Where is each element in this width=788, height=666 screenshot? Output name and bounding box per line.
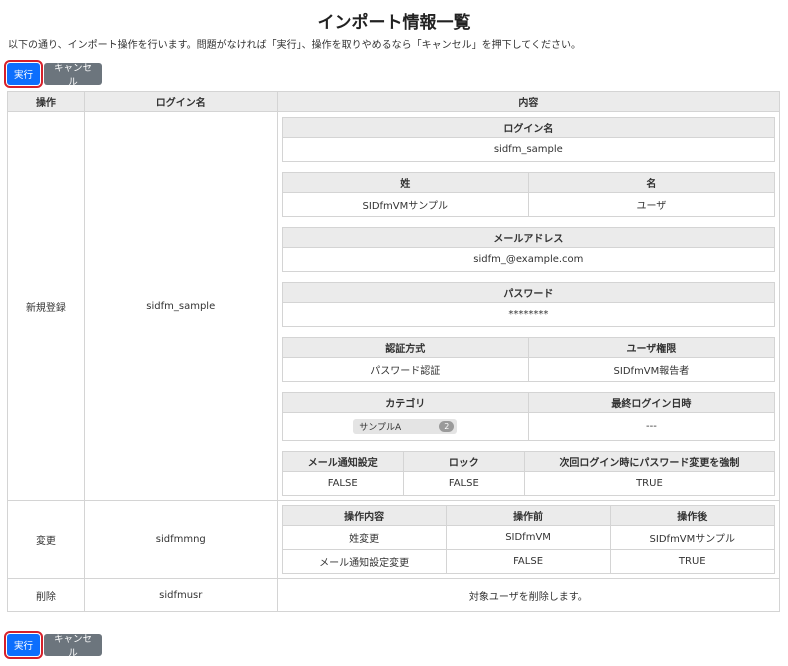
lock-header: ロック bbox=[402, 451, 525, 472]
page-title: インポート情報一覧 bbox=[317, 13, 471, 33]
auth-method-value: パスワード認証 bbox=[281, 357, 529, 382]
row-content: ログイン名 sidfm_sample 姓 名 SIDfmVMサンプル ユーザ メ… bbox=[276, 111, 781, 501]
change-after-header: 操作後 bbox=[609, 505, 776, 526]
force-password-change-value: TRUE bbox=[523, 471, 776, 496]
page-description: 以下の通り、インポート操作を行います。問題がなければ「実行」、操作を取りやめるな… bbox=[8, 40, 581, 51]
category-count-badge: 2 bbox=[439, 421, 455, 432]
last-name-value: SIDfmVMサンプル bbox=[281, 192, 529, 217]
category-value: サンプルA 2 bbox=[281, 412, 529, 441]
mail-notify-value: FALSE bbox=[281, 471, 404, 496]
first-name-value: ユーザ bbox=[527, 192, 776, 217]
change-content-header: 操作内容 bbox=[281, 505, 447, 526]
category-header: カテゴリ bbox=[281, 392, 529, 413]
password-header: パスワード bbox=[281, 282, 776, 303]
last-login-value: --- bbox=[527, 412, 776, 441]
top-button-row: 実行 キャンセル bbox=[4, 60, 102, 88]
force-password-change-header: 次回ログイン時にパスワード変更を強制 bbox=[523, 451, 776, 472]
password-value: ******** bbox=[281, 302, 776, 327]
flags-table: メール通知設定 ロック 次回ログイン時にパスワード変更を強制 FALSE FAL… bbox=[281, 451, 776, 496]
row-delete-message: 対象ユーザを削除します。 bbox=[276, 578, 781, 612]
change-after: SIDfmVMサンプル bbox=[609, 525, 776, 550]
user-role-header: ユーザ権限 bbox=[527, 337, 776, 358]
row-login: sidfm_sample bbox=[83, 111, 278, 501]
row-operation: 削除 bbox=[7, 578, 85, 612]
change-before: FALSE bbox=[445, 549, 611, 574]
bottom-button-row: 実行 キャンセル bbox=[4, 631, 102, 659]
login-name-header: ログイン名 bbox=[281, 117, 776, 138]
row-operation: 新規登録 bbox=[7, 111, 85, 501]
last-name-header: 姓 bbox=[281, 172, 529, 193]
execute-button[interactable]: 実行 bbox=[4, 631, 43, 659]
table-row: 新規登録 sidfm_sample ログイン名 sidfm_sample 姓 名 bbox=[7, 111, 781, 501]
user-role-value: SIDfmVM報告者 bbox=[527, 357, 776, 382]
row-content: 操作内容 操作前 操作後 姓変更 SIDfmVM SIDfmVMサンプル メール… bbox=[276, 500, 781, 579]
password-table: パスワード ******** bbox=[281, 282, 776, 327]
change-before-header: 操作前 bbox=[445, 505, 611, 526]
category-tag: サンプルA 2 bbox=[353, 419, 458, 434]
row-operation: 変更 bbox=[7, 500, 85, 579]
lock-value: FALSE bbox=[402, 471, 525, 496]
login-name-value: sidfm_sample bbox=[281, 137, 776, 162]
change-content: 姓変更 bbox=[281, 525, 447, 550]
category-tag-label: サンプルA bbox=[359, 423, 402, 433]
first-name-header: 名 bbox=[527, 172, 776, 193]
execute-button[interactable]: 実行 bbox=[4, 60, 43, 88]
change-before: SIDfmVM bbox=[445, 525, 611, 550]
column-header-operation: 操作 bbox=[7, 91, 85, 112]
change-row: 姓変更 SIDfmVM SIDfmVMサンプル bbox=[281, 525, 776, 550]
row-login: sidfmmng bbox=[83, 500, 278, 579]
login-name-table: ログイン名 sidfm_sample bbox=[281, 117, 776, 162]
change-after: TRUE bbox=[609, 549, 776, 574]
column-header-content: 内容 bbox=[276, 91, 781, 112]
cancel-button[interactable]: キャンセル bbox=[44, 634, 102, 659]
mail-notify-header: メール通知設定 bbox=[281, 451, 404, 472]
cancel-button[interactable]: キャンセル bbox=[44, 63, 102, 88]
change-row: メール通知設定変更 FALSE TRUE bbox=[281, 549, 776, 574]
table-header-row: 操作 ログイン名 内容 bbox=[7, 91, 781, 112]
email-table: メールアドレス sidfm_@example.com bbox=[281, 227, 776, 272]
email-value: sidfm_@example.com bbox=[281, 247, 776, 272]
table-row: 削除 sidfmusr 対象ユーザを削除します。 bbox=[7, 578, 781, 612]
email-header: メールアドレス bbox=[281, 227, 776, 248]
row-login: sidfmusr bbox=[83, 578, 278, 612]
column-header-login: ログイン名 bbox=[83, 91, 278, 112]
import-table: 操作 ログイン名 内容 新規登録 sidfm_sample ログイン名 sidf… bbox=[7, 91, 781, 612]
auth-method-header: 認証方式 bbox=[281, 337, 529, 358]
changes-table: 操作内容 操作前 操作後 姓変更 SIDfmVM SIDfmVMサンプル メール… bbox=[281, 505, 776, 574]
last-login-header: 最終ログイン日時 bbox=[527, 392, 776, 413]
change-content: メール通知設定変更 bbox=[281, 549, 447, 574]
auth-table: 認証方式 ユーザ権限 パスワード認証 SIDfmVM報告者 bbox=[281, 337, 776, 382]
category-table: カテゴリ 最終ログイン日時 サンプルA 2 --- bbox=[281, 392, 776, 441]
name-table: 姓 名 SIDfmVMサンプル ユーザ bbox=[281, 172, 776, 217]
table-row: 変更 sidfmmng 操作内容 操作前 操作後 姓変更 SIDfmVM SID… bbox=[7, 500, 781, 579]
